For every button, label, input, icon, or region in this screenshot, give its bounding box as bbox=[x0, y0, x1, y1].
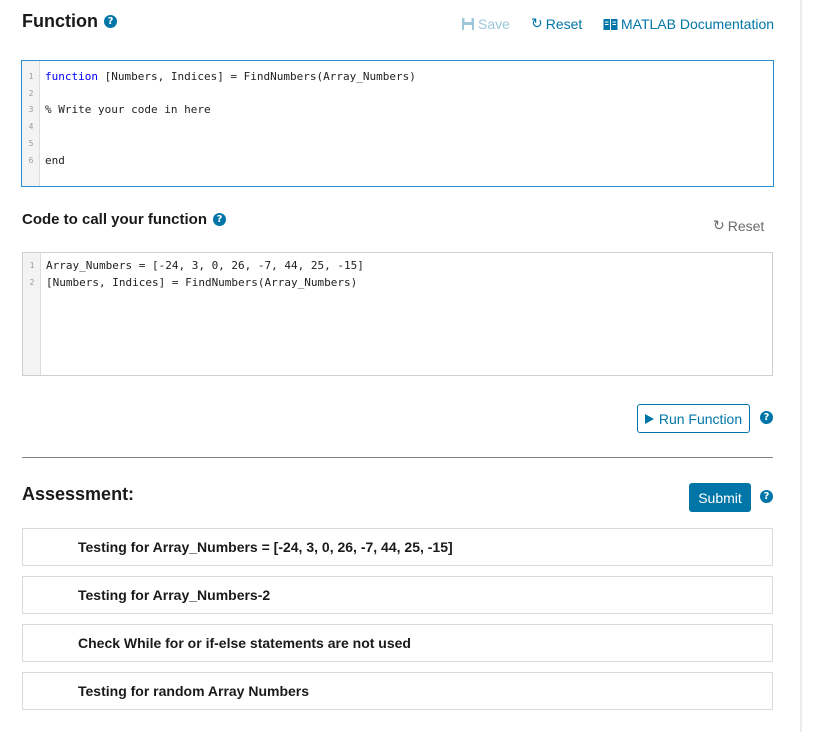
code-line: 6 end bbox=[22, 152, 773, 169]
reset-label: Reset bbox=[545, 16, 583, 32]
test-item-label: Testing for Array_Numbers = [-24, 3, 0, … bbox=[78, 539, 453, 555]
line-number: 6 bbox=[28, 156, 34, 165]
code-line: 4 bbox=[22, 118, 773, 135]
line-number: 3 bbox=[28, 105, 34, 114]
test-item[interactable]: Testing for random Array Numbers bbox=[22, 672, 773, 710]
save-button[interactable]: Save bbox=[461, 16, 510, 32]
function-title: Function bbox=[22, 11, 98, 31]
refresh-icon: ↻ bbox=[531, 16, 543, 32]
test-item-label: Check While for or if-else statements ar… bbox=[78, 635, 411, 651]
keyword-function: function bbox=[45, 70, 98, 83]
line-number: 2 bbox=[29, 278, 35, 287]
book-icon bbox=[603, 18, 618, 30]
call-reset-button[interactable]: ↻ Reset bbox=[713, 218, 764, 234]
test-item[interactable]: Check While for or if-else statements ar… bbox=[22, 624, 773, 662]
function-section-header: Function ? bbox=[22, 11, 117, 32]
run-function-label: Run Function bbox=[658, 410, 743, 427]
call-code-editor[interactable]: 1 Array_Numbers = [-24, 3, 0, 26, -7, 44… bbox=[22, 252, 773, 376]
run-function-button[interactable]: Run Function bbox=[637, 404, 750, 433]
line-number: 1 bbox=[29, 261, 35, 270]
play-icon bbox=[644, 413, 654, 424]
submit-button[interactable]: Submit bbox=[689, 483, 751, 512]
reset-button[interactable]: ↻ Reset bbox=[531, 16, 582, 32]
code-line: 1 function [Numbers, Indices] = FindNumb… bbox=[22, 68, 773, 85]
page-right-border bbox=[800, 0, 802, 732]
test-item[interactable]: Testing for Array_Numbers-2 bbox=[22, 576, 773, 614]
save-label: Save bbox=[478, 16, 510, 32]
test-item-label: Testing for random Array Numbers bbox=[78, 683, 310, 699]
matlab-documentation-link[interactable]: MATLAB Documentation bbox=[603, 16, 774, 32]
code-text: Array_Numbers = [-24, 3, 0, 26, -7, 44, … bbox=[46, 259, 364, 272]
reset-label: Reset bbox=[727, 218, 765, 234]
assessment-title: Assessment: bbox=[22, 484, 135, 504]
code-text: [Numbers, Indices] = FindNumbers(Array_N… bbox=[97, 70, 416, 83]
line-number: 1 bbox=[28, 72, 34, 81]
code-line: 2 [Numbers, Indices] = FindNumbers(Array… bbox=[23, 274, 772, 291]
code-line: 3 % Write your code in here bbox=[22, 101, 773, 118]
code-text: [Numbers, Indices] = FindNumbers(Array_N… bbox=[46, 276, 358, 289]
help-icon[interactable]: ? bbox=[103, 15, 117, 28]
line-number: 4 bbox=[28, 122, 34, 131]
refresh-icon: ↻ bbox=[713, 218, 725, 234]
test-item-label: Testing for Array_Numbers-2 bbox=[78, 587, 271, 603]
code-line: 2 bbox=[22, 85, 773, 102]
code-comment: % Write your code in here bbox=[45, 103, 211, 116]
keyword-end: end bbox=[45, 154, 65, 167]
code-line: 1 Array_Numbers = [-24, 3, 0, 26, -7, 44… bbox=[23, 257, 772, 274]
line-number: 5 bbox=[28, 139, 34, 148]
help-icon[interactable]: ? bbox=[760, 490, 773, 503]
floppy-disk-icon bbox=[462, 18, 474, 30]
docs-label: MATLAB Documentation bbox=[621, 16, 775, 32]
test-item[interactable]: Testing for Array_Numbers = [-24, 3, 0, … bbox=[22, 528, 773, 566]
function-code-editor[interactable]: 1 function [Numbers, Indices] = FindNumb… bbox=[21, 60, 774, 187]
call-section-header: Code to call your function ? bbox=[22, 211, 227, 228]
help-icon[interactable]: ? bbox=[760, 411, 773, 424]
help-icon[interactable]: ? bbox=[213, 213, 227, 226]
line-number: 2 bbox=[28, 89, 34, 98]
section-divider bbox=[22, 457, 773, 458]
call-section-title: Code to call your function bbox=[22, 211, 208, 228]
code-line: 5 bbox=[22, 135, 773, 152]
